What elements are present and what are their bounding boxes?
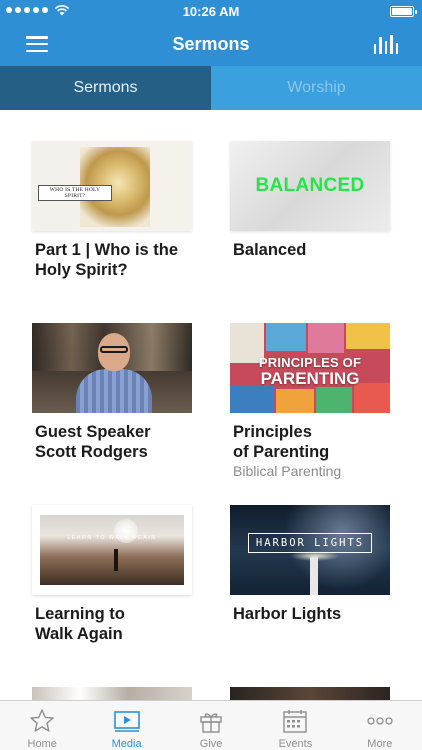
- tab-worship[interactable]: Worship: [211, 66, 422, 110]
- sermon-title-line: Principles: [233, 423, 312, 441]
- sermon-title-line: Balanced: [233, 241, 307, 259]
- sermon-title: Part 1 | Who is the Holy Spirit?: [35, 240, 192, 280]
- sermon-card-partial[interactable]: [230, 687, 390, 700]
- bottom-tab-bar: Home Media Give Events More: [0, 700, 422, 750]
- tab-label: Media: [111, 738, 142, 750]
- tab-give[interactable]: Give: [169, 701, 253, 750]
- glasses-icon: [100, 346, 128, 353]
- sermon-thumbnail: BALANCED: [230, 141, 390, 231]
- sermon-card-learning-to-walk[interactable]: LEARN TO WALK AGAIN Learning to Walk Aga…: [32, 505, 192, 644]
- thumbnail-title: PARENTING: [260, 369, 360, 388]
- tab-label: Give: [199, 738, 223, 750]
- thumbnail-title: LEARN TO WALK AGAIN: [67, 535, 157, 541]
- book-cover: [346, 323, 390, 349]
- sermon-card-holy-spirit[interactable]: WHO IS THE HOLY SPIRIT? Part 1 | Who is …: [32, 141, 192, 280]
- book-cover: [316, 387, 352, 413]
- tab-label: Home: [27, 738, 57, 750]
- lighthouse-icon: [310, 557, 318, 595]
- sermon-title-line: Guest Speaker: [35, 423, 151, 441]
- sermon-card-balanced[interactable]: BALANCED Balanced: [230, 141, 390, 260]
- sermon-title-line: Harbor Lights: [233, 605, 342, 623]
- segment-control: Sermons Worship: [0, 66, 422, 110]
- thumbnail-title: HARBOR LIGHTS: [255, 537, 365, 549]
- book-cover: [276, 389, 314, 413]
- book-cover: [308, 323, 344, 353]
- tab-events[interactable]: Events: [253, 701, 337, 750]
- sermon-title: Harbor Lights: [233, 604, 390, 624]
- thumbnail-title: WHO IS THE HOLY SPIRIT?: [38, 185, 112, 201]
- status-time: 10:26 AM: [182, 4, 240, 19]
- tab-label: Events: [278, 738, 313, 750]
- battery-icon: [390, 6, 417, 17]
- sermon-title-line: Holy Spirit?: [35, 261, 128, 279]
- sermon-title: Learning to Walk Again: [35, 604, 192, 644]
- book-cover: [266, 323, 306, 351]
- tab-more[interactable]: More: [338, 701, 422, 750]
- desert-photo: [40, 515, 184, 585]
- media-player-icon: [113, 707, 141, 735]
- sermon-title-line: Learning to: [35, 605, 125, 623]
- sermon-card-parenting[interactable]: PRINCIPLES OF PARENTING Principles of Pa…: [230, 323, 390, 480]
- more-dots-icon: [366, 707, 394, 735]
- gift-icon: [197, 707, 225, 735]
- status-bar: 10:26 AM: [0, 0, 422, 22]
- sermon-thumbnail: [32, 323, 192, 413]
- sermon-card-partial[interactable]: [32, 687, 192, 700]
- tab-media[interactable]: Media: [84, 701, 168, 750]
- sermon-title: Principles of Parenting: [233, 422, 390, 462]
- book-cover: [230, 385, 274, 413]
- audio-levels-icon[interactable]: [374, 34, 399, 54]
- sermon-card-harbor-lights[interactable]: HARBOR LIGHTS Harbor Lights: [230, 505, 390, 624]
- sermon-title: Balanced: [233, 240, 390, 260]
- sermon-series: Biblical Parenting: [233, 463, 342, 479]
- sermon-title-line: Walk Again: [35, 625, 123, 643]
- sermon-thumbnail: LEARN TO WALK AGAIN: [32, 505, 192, 595]
- sermon-card-guest-speaker[interactable]: Guest Speaker Scott Rodgers: [32, 323, 192, 462]
- sermon-title-line: Part 1 | Who is the: [35, 241, 179, 259]
- thumbnail-title: PRINCIPLES OF: [258, 355, 362, 370]
- tab-home[interactable]: Home: [0, 701, 84, 750]
- speaker-shirt: [76, 369, 152, 413]
- sermon-title-line: Scott Rodgers: [35, 443, 148, 461]
- sermon-thumbnail: WHO IS THE HOLY SPIRIT?: [32, 141, 192, 231]
- page-title: Sermons: [172, 34, 250, 54]
- calendar-icon: [281, 707, 309, 735]
- star-icon: [28, 707, 56, 735]
- sermon-title-line: of Parenting: [233, 443, 330, 461]
- sermon-grid: WHO IS THE HOLY SPIRIT? Part 1 | Who is …: [0, 110, 422, 700]
- sermon-thumbnail: HARBOR LIGHTS: [230, 505, 390, 595]
- sermon-title: Guest Speaker Scott Rodgers: [35, 422, 192, 462]
- tab-label: More: [367, 738, 393, 750]
- thumbnail-title: BALANCED: [255, 175, 365, 196]
- sermon-thumbnail: PRINCIPLES OF PARENTING: [230, 323, 390, 413]
- tab-sermons[interactable]: Sermons: [0, 66, 211, 110]
- walking-figure: [114, 549, 118, 571]
- navigation-bar: Sermons: [0, 22, 422, 66]
